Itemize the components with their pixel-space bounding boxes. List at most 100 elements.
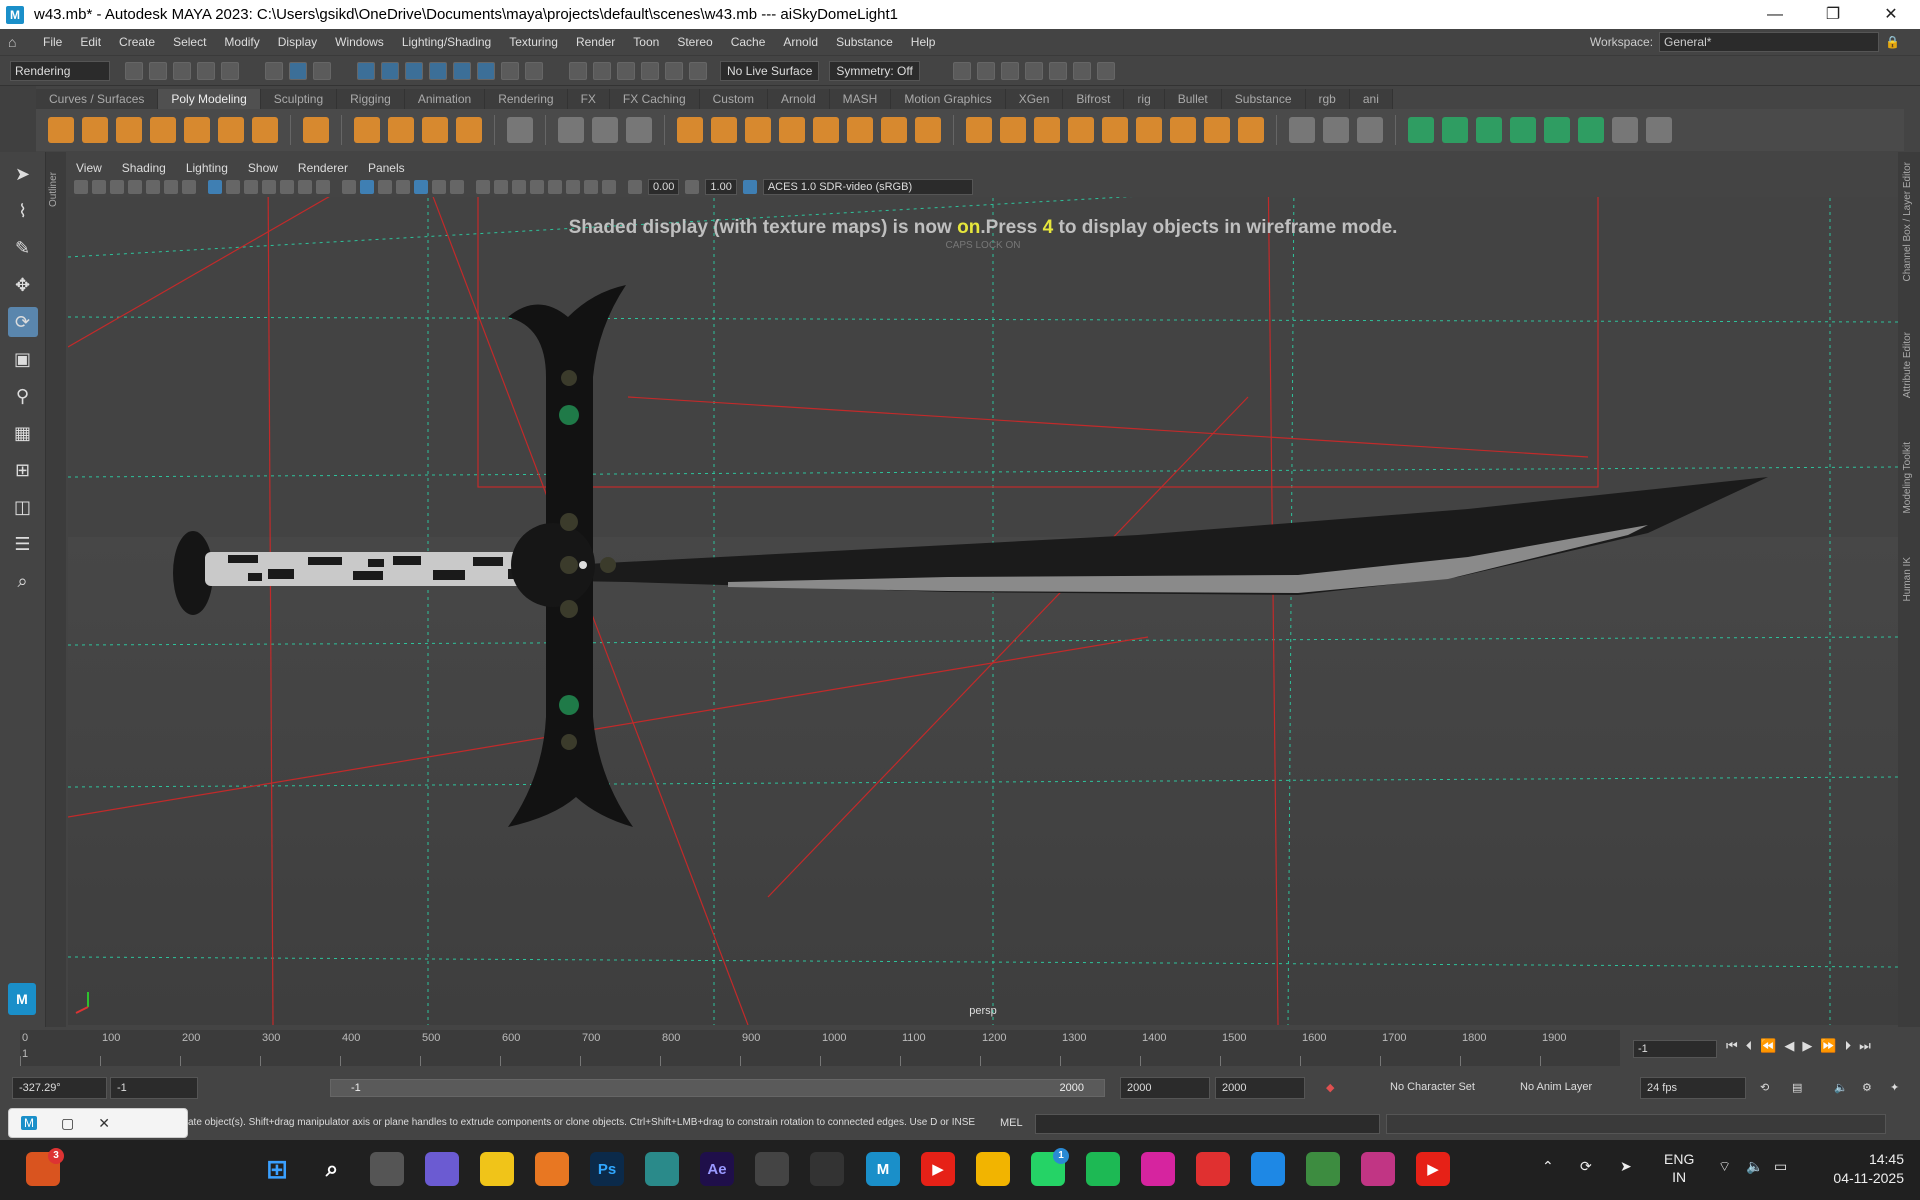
combine-icon[interactable] <box>558 117 584 143</box>
menu-select[interactable]: Select <box>164 35 215 49</box>
battery-icon[interactable]: ▭ <box>1774 1158 1787 1175</box>
panel-menu-view[interactable]: View <box>66 161 112 175</box>
connect-icon[interactable] <box>1102 117 1128 143</box>
poly-disc-icon[interactable] <box>252 117 278 143</box>
notes-icon[interactable] <box>480 1152 514 1186</box>
bookmark-icon[interactable] <box>128 180 142 194</box>
youtube-alt-icon[interactable]: ▶ <box>1416 1152 1450 1186</box>
render-region-icon[interactable] <box>1000 61 1019 80</box>
arnold-render-icon[interactable] <box>1048 61 1067 80</box>
shelf-tab-arnold[interactable]: Arnold <box>767 89 830 109</box>
panel-menu-show[interactable]: Show <box>238 161 288 175</box>
uv-unfold-icon[interactable] <box>1544 117 1570 143</box>
shelf-tab-rendering[interactable]: Rendering <box>485 89 568 109</box>
human-ik-tab[interactable]: Human IK <box>1902 557 1913 601</box>
modeling-toolkit-tab[interactable]: Modeling Toolkit <box>1902 442 1913 514</box>
play-forwards-icon[interactable]: ▶ <box>1802 1038 1812 1054</box>
mirror-icon[interactable] <box>1238 117 1264 143</box>
snap-live-icon[interactable] <box>477 61 495 80</box>
menu-render[interactable]: Render <box>567 35 624 49</box>
volume-icon[interactable]: 🔈 <box>1746 1158 1763 1175</box>
smooth-shade-icon[interactable] <box>360 180 374 194</box>
xray-joints-icon[interactable] <box>584 180 598 194</box>
paint-weights-icon[interactable] <box>1357 117 1383 143</box>
scripts-icon[interactable] <box>755 1152 789 1186</box>
snap-curve-icon[interactable] <box>381 61 399 80</box>
menu-substance[interactable]: Substance <box>827 35 902 49</box>
select-object-icon[interactable] <box>289 61 307 80</box>
uv-spherical-icon[interactable] <box>1476 117 1502 143</box>
multi-cut-icon[interactable] <box>881 117 907 143</box>
use-all-lights-icon[interactable] <box>432 180 446 194</box>
evaluation-icon[interactable]: ✦ <box>1890 1081 1899 1094</box>
attribute-editor-tab[interactable]: Attribute Editor <box>1902 332 1913 398</box>
channel-box-tab[interactable]: Channel Box / Layer Editor <box>1902 162 1913 282</box>
instagram-icon[interactable] <box>1141 1152 1175 1186</box>
playback-end-field[interactable]: 2000 <box>1120 1077 1210 1099</box>
start-icon[interactable]: ⊞ <box>260 1152 294 1186</box>
instagram-alt-icon[interactable] <box>1361 1152 1395 1186</box>
shelf-tab-fx-caching[interactable]: FX Caching <box>609 89 700 109</box>
paint-select-icon[interactable]: ✎ <box>8 233 38 263</box>
workspace-dropdown[interactable]: General* <box>1659 32 1880 52</box>
task-view-icon[interactable] <box>370 1152 404 1186</box>
loop-icon[interactable]: ⟲ <box>1760 1081 1769 1094</box>
panel-menu-lighting[interactable]: Lighting <box>176 161 238 175</box>
wireframe-icon[interactable] <box>342 180 356 194</box>
menu-file[interactable]: File <box>34 35 71 49</box>
save-scene-icon[interactable] <box>173 61 191 80</box>
insert-edge-loop-icon[interactable] <box>966 117 992 143</box>
copilot-icon[interactable] <box>425 1152 459 1186</box>
exposure-icon[interactable] <box>628 180 642 194</box>
home-icon[interactable]: ⌂ <box>8 34 26 50</box>
go-to-end-icon[interactable]: ⏭ <box>1859 1038 1871 1054</box>
uv-automatic-icon[interactable] <box>1510 117 1536 143</box>
popup-restore-icon[interactable]: ▢ <box>61 1115 74 1132</box>
snap-grid-icon[interactable] <box>357 61 375 80</box>
super-shape-icon[interactable] <box>354 117 380 143</box>
close-button[interactable]: ✕ <box>1862 0 1920 29</box>
redo-icon[interactable] <box>221 61 239 80</box>
shelf-tab-poly-modeling[interactable]: Poly Modeling <box>158 89 261 109</box>
safe-action-icon[interactable] <box>298 180 312 194</box>
file-explorer-icon[interactable] <box>976 1152 1010 1186</box>
gate-mask-icon[interactable] <box>262 180 276 194</box>
system-clock[interactable]: 14:45 04-11-2025 <box>1833 1150 1904 1188</box>
menu-create[interactable]: Create <box>110 35 164 49</box>
sweep-mesh-icon[interactable] <box>388 117 414 143</box>
separate-icon[interactable] <box>592 117 618 143</box>
color-management-icon[interactable] <box>742 180 757 194</box>
extrude-icon[interactable] <box>745 117 771 143</box>
move-tool-icon[interactable]: ✥ <box>8 270 38 300</box>
render-settings-icon[interactable] <box>617 61 635 80</box>
rotation-value-field[interactable]: -327.29° <box>12 1077 107 1099</box>
chrome-icon[interactable] <box>1306 1152 1340 1186</box>
shelf-tab-custom[interactable]: Custom <box>699 89 768 109</box>
outliner-layout-icon[interactable]: ☰ <box>8 529 38 559</box>
fill-hole-icon[interactable] <box>847 117 873 143</box>
spotify-icon[interactable] <box>1086 1152 1120 1186</box>
step-forward-key-icon[interactable]: ⏩ <box>1820 1038 1836 1054</box>
wifi-icon[interactable]: ⌔ <box>1718 1158 1731 1176</box>
uv-sew-icon[interactable] <box>1646 117 1672 143</box>
menu-lighting-shading[interactable]: Lighting/Shading <box>393 35 500 49</box>
depth-of-field-icon[interactable] <box>530 180 544 194</box>
after-effects-icon[interactable]: Ae <box>700 1152 734 1186</box>
audio-icon[interactable]: 🔈 <box>1834 1081 1848 1094</box>
lock-icon[interactable]: 🔒 <box>1885 35 1900 49</box>
maya-taskbar-icon[interactable]: M <box>866 1152 900 1186</box>
open-scene-icon[interactable] <box>149 61 167 80</box>
render-setup-icon[interactable] <box>665 61 683 80</box>
shelf-tab-rigging[interactable]: Rigging <box>337 89 405 109</box>
offset-edge-loop-icon[interactable] <box>1000 117 1026 143</box>
safe-title-icon[interactable] <box>316 180 330 194</box>
outliner-tab[interactable]: Outliner <box>46 152 66 1027</box>
select-hierarchy-icon[interactable] <box>265 61 283 80</box>
snap-projected-center-icon[interactable] <box>429 61 447 80</box>
animation-end-field[interactable]: 2000 <box>1215 1077 1305 1099</box>
history-icon[interactable] <box>501 61 519 80</box>
smooth-icon[interactable] <box>677 117 703 143</box>
command-line-input[interactable] <box>1035 1114 1380 1134</box>
menu-stereo[interactable]: Stereo <box>668 35 721 49</box>
collapse-icon[interactable] <box>1068 117 1094 143</box>
